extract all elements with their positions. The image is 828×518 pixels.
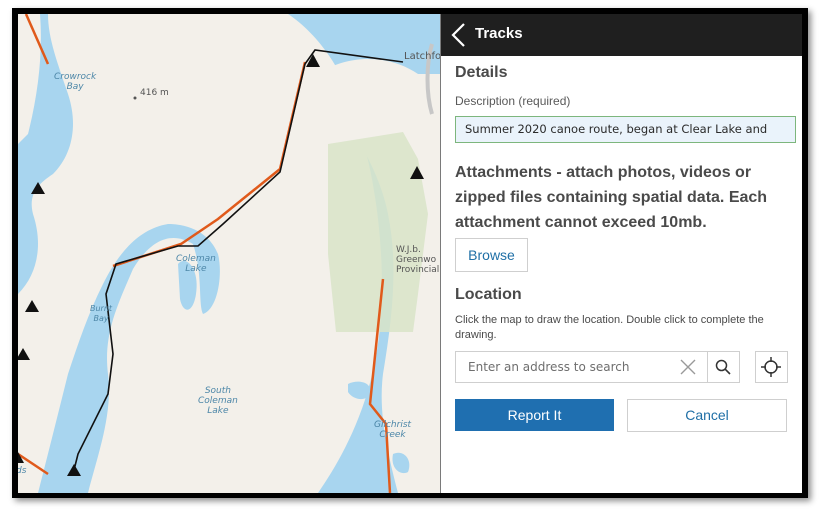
location-heading: Location: [455, 286, 522, 303]
elevation-dot: [133, 96, 137, 100]
details-heading: Details: [455, 64, 508, 81]
panel-title: Tracks: [475, 25, 523, 42]
map-label-elevation: 416 m: [140, 88, 169, 98]
land-west-strip: [18, 14, 41, 144]
search-button[interactable]: [707, 351, 740, 383]
map-label-coleman-lake: Coleman Lake: [176, 254, 216, 274]
crosshair-locate-icon: [761, 357, 781, 382]
attachments-heading: Attachments - attach photos, videos or z…: [455, 164, 768, 231]
map-view[interactable]: Crowrock Bay 416 m Latchfo Coleman Lake …: [18, 14, 440, 493]
map-label-provincial-park: W.J.b. Greenwo Provincial: [396, 245, 440, 275]
locate-button[interactable]: [755, 351, 788, 383]
map-label-gilchrist-creek: Gilchrist Creek: [374, 420, 412, 440]
map-label-edge-fragment: ds: [18, 466, 27, 476]
map-label-latchford: Latchfo: [404, 51, 440, 62]
browse-button[interactable]: Browse: [455, 238, 528, 272]
description-label: Description (required): [455, 94, 571, 108]
map-label-burnt-bay: Burnt Bay: [90, 304, 113, 323]
park-area: [328, 132, 428, 332]
back-chevron-icon[interactable]: [449, 22, 469, 48]
panel-header: Tracks: [441, 14, 802, 56]
report-panel: Tracks Details Description (required) Su…: [441, 14, 802, 493]
address-search-input[interactable]: Enter an address to search: [455, 351, 709, 383]
cancel-button[interactable]: Cancel: [627, 399, 787, 432]
map-label-south-coleman-lake: South Coleman Lake: [198, 386, 238, 416]
report-it-button[interactable]: Report It: [455, 399, 614, 431]
campsite-icon: [67, 464, 81, 476]
map-label-crowrock-bay: Crowrock Bay: [54, 72, 97, 92]
search-placeholder: Enter an address to search: [468, 360, 630, 374]
location-help-text: Click the map to draw the location. Doub…: [455, 314, 764, 341]
description-input[interactable]: Summer 2020 canoe route, began at Clear …: [455, 116, 796, 143]
clear-x-icon[interactable]: [680, 359, 696, 380]
search-icon: [715, 359, 731, 380]
